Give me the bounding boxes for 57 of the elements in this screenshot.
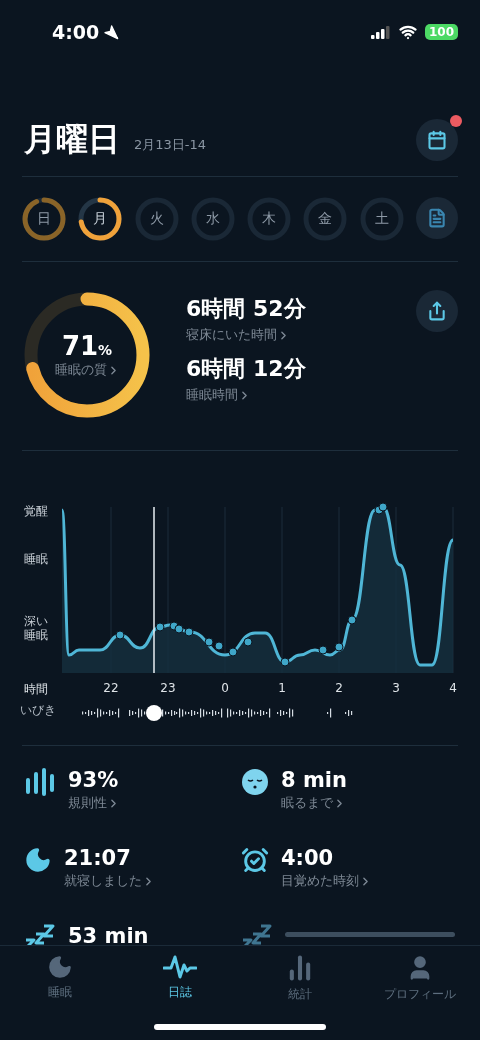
stat-link[interactable]: 眠るまで — [281, 794, 458, 812]
snore-label: いびき — [20, 703, 56, 718]
day-ring-button[interactable]: 金 — [303, 197, 348, 241]
axis-label: 4 — [449, 681, 457, 695]
axis-label: 3 — [392, 681, 400, 695]
tab-button[interactable]: 睡眠 — [0, 946, 120, 1006]
day-title: 月曜日 — [24, 119, 120, 160]
alarm-clock-icon — [241, 846, 269, 874]
duration-value: 6時間 12分 — [186, 355, 307, 383]
stat-value: 4:00 — [281, 846, 335, 870]
duration-link[interactable]: 寝床にいた時間 — [186, 326, 416, 344]
status-time: 4:00 — [52, 21, 100, 43]
bars-icon — [24, 768, 56, 796]
day-ring-button[interactable]: 水 — [190, 197, 235, 241]
wifi-icon — [398, 23, 417, 41]
axis-label: 2 — [335, 681, 343, 695]
location-icon — [103, 24, 120, 40]
stat-link[interactable]: 規則性 — [68, 794, 241, 812]
tab-button[interactable]: 日誌 — [120, 946, 240, 1006]
document-icon — [426, 208, 447, 228]
stat-value: 8 min — [281, 768, 348, 792]
axis-label: 0 — [221, 681, 229, 695]
day-ring-button[interactable]: 火 — [134, 197, 179, 241]
share-button[interactable] — [416, 290, 458, 332]
day-ring-button[interactable]: 月 — [78, 197, 123, 241]
axis-title: 時間 — [24, 681, 48, 698]
axis-label: 22 — [103, 681, 119, 695]
sleepy-face-icon — [241, 768, 269, 796]
battery-indicator: 100 — [424, 24, 458, 40]
stat-link[interactable]: 目覚めた時刻 — [281, 872, 458, 890]
stat-value: 53 min — [68, 924, 150, 948]
duration-link[interactable]: 睡眠時間 — [186, 386, 416, 404]
axis-label: 覚醒 — [24, 505, 49, 519]
playhead-handle[interactable] — [146, 705, 162, 721]
stat-link[interactable]: 就寝しました — [64, 872, 241, 890]
tab-button[interactable]: プロフィール — [360, 946, 480, 1006]
day-ring-button[interactable]: 日 — [22, 197, 66, 241]
day-ring-button[interactable]: 土 — [359, 197, 404, 241]
signal-icon — [370, 25, 391, 39]
tab-button[interactable]: 統計 — [240, 946, 360, 1006]
axis-label: 深い睡眠 — [24, 615, 49, 643]
day-ring-button[interactable]: 木 — [247, 197, 292, 241]
share-icon — [427, 301, 447, 321]
moon-icon — [47, 954, 73, 980]
quality-percent: 71% — [61, 331, 113, 361]
axis-label: 睡眠 — [24, 553, 49, 567]
report-button[interactable] — [415, 197, 458, 239]
waveform-icon — [163, 954, 197, 980]
axis-label: 1 — [278, 681, 286, 695]
date-range: 2月13日-14 — [134, 136, 207, 154]
duration-value: 6時間 52分 — [186, 295, 307, 323]
stat-value: 21:07 — [64, 846, 132, 870]
moon-icon — [24, 846, 52, 874]
calendar-icon — [427, 130, 447, 150]
quality-link[interactable]: 睡眠の質 — [54, 361, 120, 379]
stat-value: 93% — [68, 768, 120, 792]
axis-label: 23 — [160, 681, 176, 695]
